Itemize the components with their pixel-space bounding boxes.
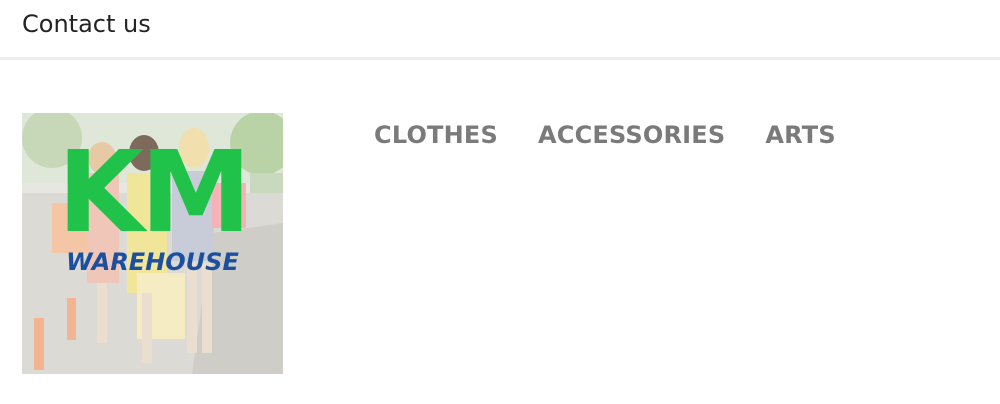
nav-item-accessories[interactable]: ACCESSORIES (538, 118, 725, 152)
top-bar: Contact us (0, 0, 1000, 60)
nav-item-clothes[interactable]: CLOTHES (374, 118, 498, 152)
main-navigation: CLOTHES ACCESSORIES ARTS (374, 118, 836, 152)
contact-us-link[interactable]: Contact us (22, 8, 151, 40)
store-logo[interactable]: KM WAREHOUSE (22, 113, 283, 374)
logo-warehouse-text: WAREHOUSE (66, 248, 239, 276)
nav-item-arts[interactable]: ARTS (765, 118, 835, 152)
logo-km-text: KM (57, 128, 251, 258)
